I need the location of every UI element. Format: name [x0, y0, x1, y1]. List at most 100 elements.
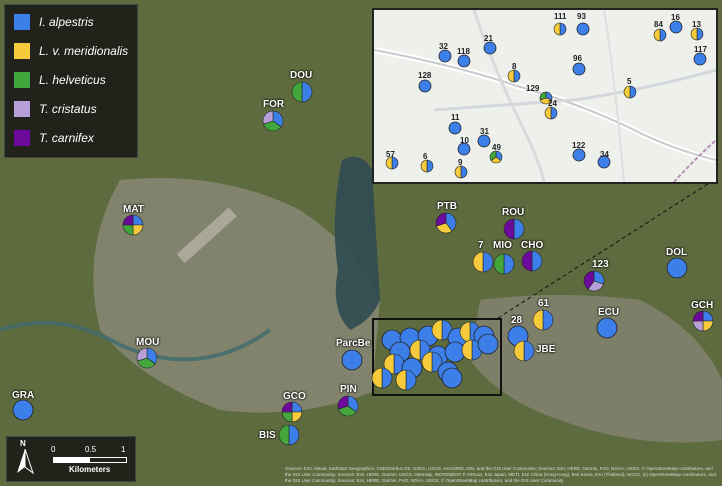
pie-slice [454, 165, 462, 179]
pie-slice [702, 320, 714, 332]
site-pie-dou[interactable] [291, 81, 313, 103]
site-pie-bis[interactable] [278, 424, 300, 446]
pie-slice [553, 22, 561, 36]
inset-site-label: 117 [694, 45, 707, 54]
inset-site-pie[interactable] [507, 69, 521, 83]
pie-slice [503, 218, 515, 240]
pie-slice [521, 250, 533, 272]
inset-site-pie[interactable] [576, 22, 590, 36]
inset-site-pie[interactable] [483, 41, 497, 55]
site-label: 61 [538, 298, 550, 309]
inset-site-pie[interactable] [572, 62, 586, 76]
inset-site-label: 31 [480, 127, 489, 136]
pie-slice [122, 224, 134, 236]
site-pie-mou[interactable] [136, 347, 158, 369]
site-label: CHO [521, 240, 544, 251]
inset-map[interactable]: 111 93 16 84 13 21 32 118 117 96 8 128 5 129 24 11 31 10 4… [372, 8, 718, 184]
site-pie-61[interactable] [532, 309, 554, 331]
site-pie-cho[interactable] [521, 250, 543, 272]
site-pie-mat[interactable] [122, 214, 144, 236]
pie-slice [659, 28, 667, 42]
pie-slice [629, 85, 637, 99]
map-canvas[interactable]: DOU FOR MAT PTB ROU 7 MIO CHO 123 DOL 61 ECU GCH 28 JB… [0, 0, 722, 486]
site-pie-parcbe[interactable] [341, 349, 363, 371]
pie-slice [513, 218, 525, 240]
site-pie-gch[interactable] [692, 310, 714, 332]
inset-site-pie[interactable] [454, 165, 468, 179]
site-pie-ptb[interactable] [435, 212, 457, 234]
inset-site-pie[interactable] [420, 159, 434, 173]
inset-site-label: 34 [600, 150, 609, 159]
inset-site-label: 11 [451, 113, 460, 122]
site-pie-for[interactable] [262, 110, 284, 132]
site-pie-mio[interactable] [493, 253, 515, 275]
legend-swatch [13, 100, 31, 118]
inset-site-pie[interactable] [690, 27, 704, 41]
site-pie-7[interactable] [472, 251, 494, 273]
pie-slice [596, 317, 618, 339]
site-label: GRA [12, 390, 35, 401]
legend-label: T. cristatus [39, 102, 97, 116]
pie-slice [448, 121, 462, 135]
inset-site-label: 49 [492, 143, 501, 152]
inset-site-pie[interactable] [623, 85, 637, 99]
site-label: BIS [259, 430, 276, 441]
site-pie-gra[interactable] [12, 399, 34, 421]
pie-slice [507, 69, 515, 83]
site-label: DOL [666, 247, 688, 258]
site-pie-rou[interactable] [503, 218, 525, 240]
map-attribution: Sources: Esri, Maxar, Earthstar Geograph… [285, 466, 716, 483]
pie-slice [544, 106, 552, 120]
pie-slice [531, 250, 543, 272]
site-label: MOU [136, 337, 160, 348]
pie-slice [690, 27, 698, 41]
site-label: PIN [340, 384, 357, 395]
pie-slice [623, 85, 631, 99]
site-pie-ecu[interactable] [596, 317, 618, 339]
scale-tick-label: 1 [121, 445, 126, 454]
pie-slice [281, 401, 293, 413]
site-label: GCH [691, 300, 714, 311]
pie-slice [12, 399, 34, 421]
site-label: ParcBe [336, 338, 371, 349]
inset-site-pie[interactable] [489, 150, 503, 164]
pie-slice [559, 22, 567, 36]
inset-site-label: 10 [460, 136, 469, 145]
site-pie-gco[interactable] [281, 401, 303, 423]
legend-item: T. carnifex [13, 127, 94, 149]
site-pie-jbe[interactable] [513, 340, 535, 362]
site-pie-dol[interactable] [666, 257, 688, 279]
pie-slice [576, 22, 590, 36]
pie-slice [122, 214, 134, 226]
inset-site-label: 93 [577, 12, 586, 21]
site-label: ROU [502, 207, 525, 218]
inset-site-label: 57 [386, 150, 395, 159]
inset-site-label: 128 [418, 71, 432, 80]
site-label: DOU [290, 70, 313, 81]
inset-site-pie[interactable] [653, 28, 667, 42]
legend-swatch [13, 13, 31, 31]
inset-site-pie[interactable] [553, 22, 567, 36]
pie-slice [457, 54, 471, 68]
pie-slice [523, 340, 535, 362]
site-pie-pin[interactable] [337, 395, 359, 417]
inset-site-label: 32 [439, 42, 448, 51]
legend-swatch [13, 71, 31, 89]
inset-site-pie[interactable] [477, 134, 491, 148]
site-pie-123[interactable] [583, 270, 605, 292]
inset-site-pie[interactable] [438, 49, 452, 63]
legend-swatch [13, 129, 31, 147]
inset-site-pie[interactable] [544, 106, 558, 120]
pie-slice [291, 81, 303, 103]
legend-label: I. alpestris [39, 15, 94, 29]
inset-site-pie[interactable] [693, 52, 707, 66]
pie-slice [291, 411, 303, 423]
inset-site-pie[interactable] [448, 121, 462, 135]
site-label: JBE [536, 344, 556, 355]
inset-site-pie[interactable] [418, 79, 432, 93]
site-label: MIO [493, 240, 512, 251]
inset-site-pie[interactable] [572, 148, 586, 162]
site-label: 28 [511, 315, 523, 326]
inset-site-pie[interactable] [669, 20, 683, 34]
inset-site-pie[interactable] [457, 54, 471, 68]
